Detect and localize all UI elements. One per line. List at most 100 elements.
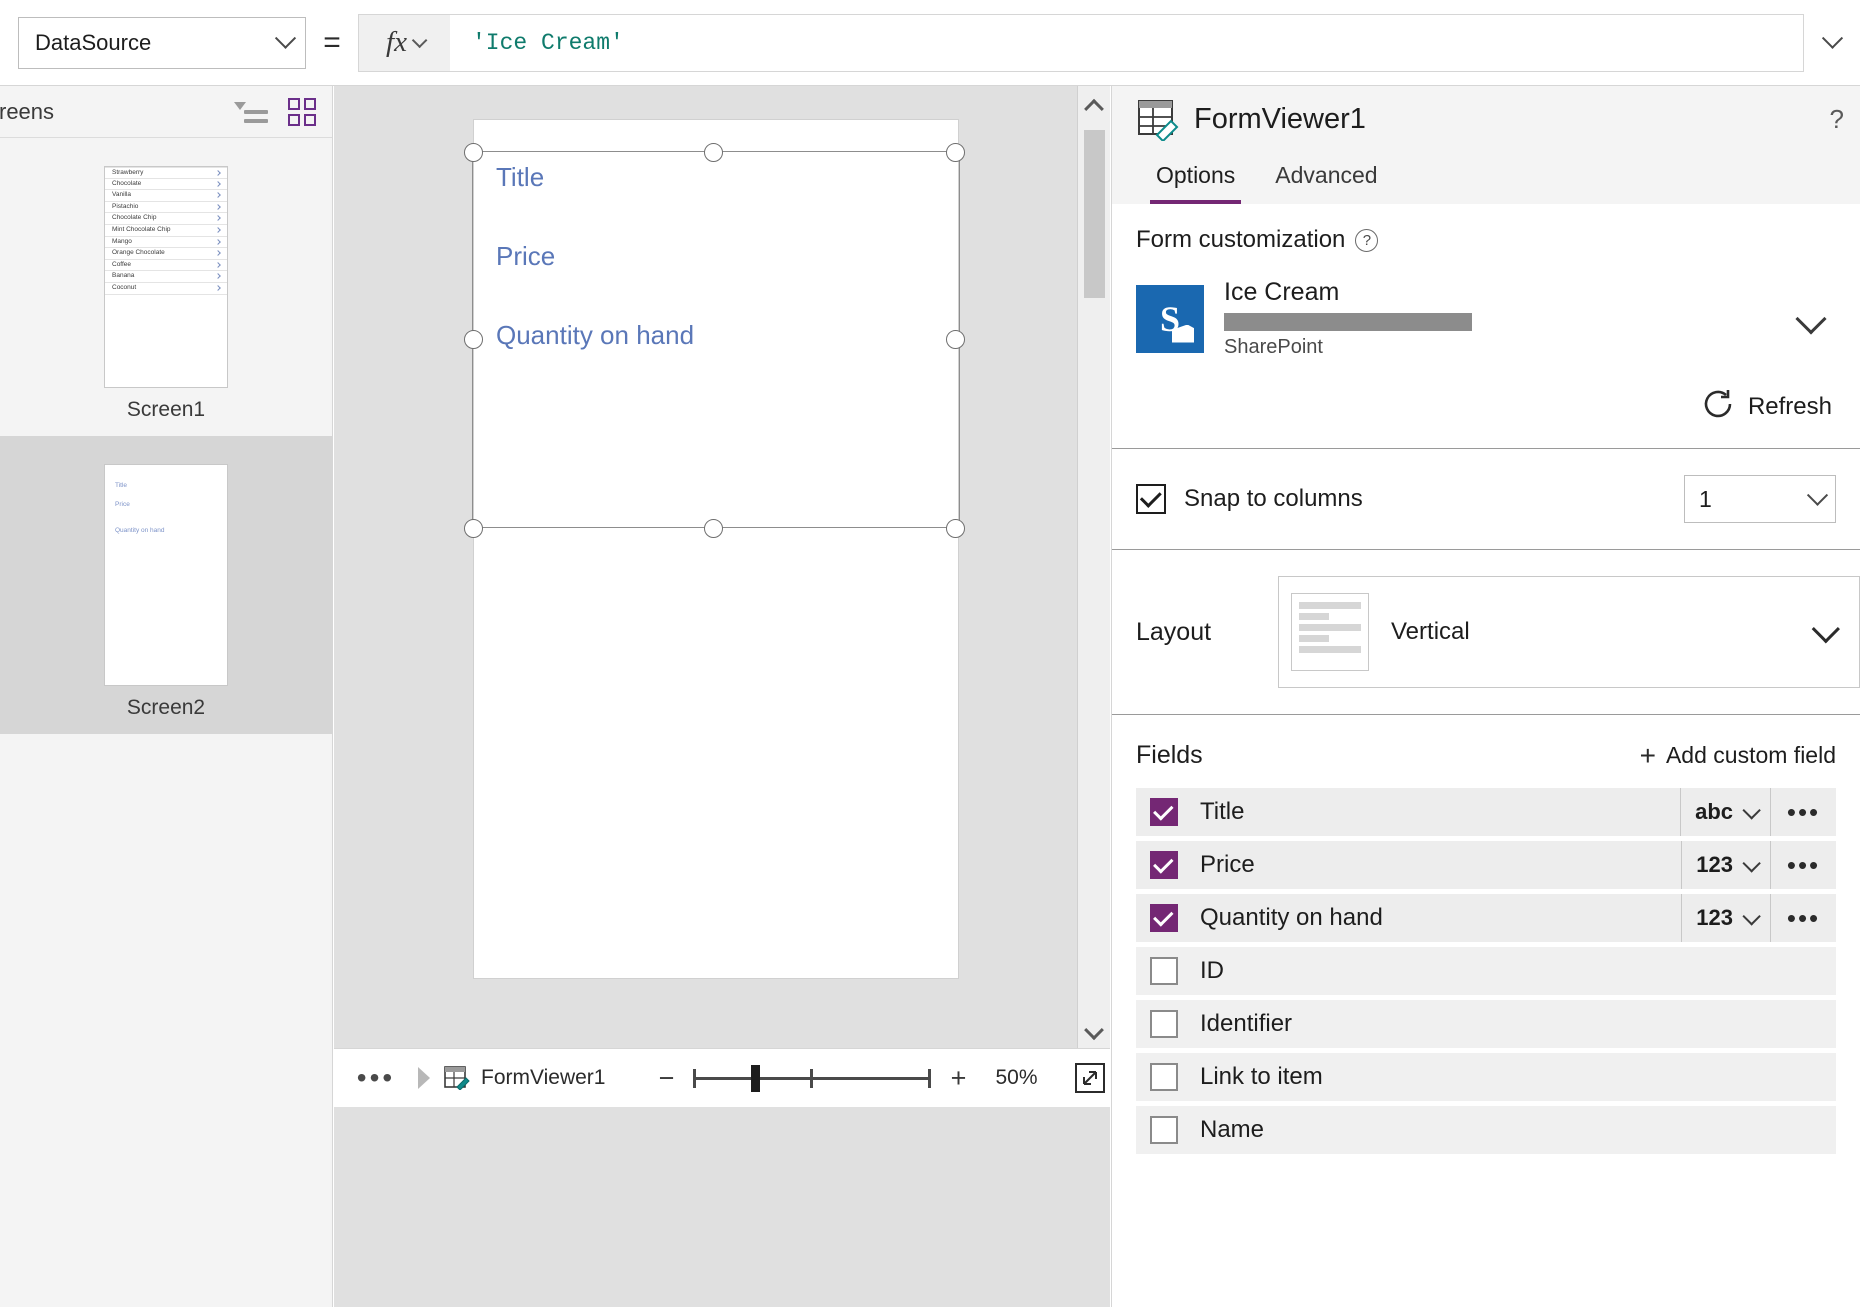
resize-handle-middle-left[interactable] bbox=[464, 330, 483, 349]
field-type-select[interactable]: 123 bbox=[1681, 894, 1770, 942]
refresh-icon bbox=[1702, 389, 1736, 424]
field-checkbox[interactable] bbox=[1150, 1010, 1178, 1038]
properties-pane-header: FormViewer1 ? bbox=[1112, 86, 1860, 152]
refresh-label: Refresh bbox=[1748, 393, 1832, 421]
tree-view-icon[interactable] bbox=[234, 99, 268, 125]
canvas-form-label[interactable]: Price bbox=[496, 241, 694, 272]
add-custom-field-button[interactable]: + Add custom field bbox=[1640, 742, 1836, 770]
form-edit-icon bbox=[1136, 97, 1180, 141]
datasource-card[interactable]: S Ice Cream SharePoint bbox=[1136, 278, 1836, 359]
field-checkbox[interactable] bbox=[1150, 957, 1178, 985]
grid-view-icon[interactable] bbox=[288, 98, 316, 126]
columns-count-select[interactable]: 1 bbox=[1684, 475, 1836, 523]
plus-icon: + bbox=[1640, 742, 1656, 770]
scroll-down-icon[interactable] bbox=[1078, 1013, 1110, 1053]
field-type-select[interactable]: 123 bbox=[1681, 841, 1770, 889]
field-name: Title bbox=[1200, 798, 1680, 826]
section-label: Form customization bbox=[1136, 226, 1345, 254]
property-selector[interactable]: DataSource bbox=[18, 17, 306, 69]
chevron-right-icon bbox=[215, 285, 221, 291]
gallery-thumb-row-label: Strawberry bbox=[112, 170, 143, 177]
field-more-options-button[interactable]: ••• bbox=[1770, 894, 1836, 942]
screen-thumbnail-screen1[interactable]: StrawberryChocolateVanillaPistachioChoco… bbox=[0, 138, 332, 436]
properties-pane-title: FormViewer1 bbox=[1194, 103, 1830, 136]
gallery-thumb-row-label: Vanilla bbox=[112, 192, 131, 199]
layout-preview-icon bbox=[1291, 593, 1369, 671]
resize-handle-top-left[interactable] bbox=[464, 143, 483, 162]
breadcrumb[interactable]: FormViewer1 bbox=[430, 1066, 605, 1090]
form-customization-section: Form customization ? S Ice Cream SharePo… bbox=[1112, 204, 1860, 449]
gallery-thumb-row-label: Mango bbox=[112, 239, 132, 246]
layout-select[interactable]: Vertical bbox=[1278, 576, 1860, 688]
layout-value: Vertical bbox=[1391, 618, 1813, 646]
field-row[interactable]: ID bbox=[1136, 947, 1836, 995]
zoom-slider[interactable] bbox=[693, 1063, 931, 1093]
gallery-thumb-row: Pistachio bbox=[105, 202, 227, 214]
resize-handle-bottom-center[interactable] bbox=[704, 519, 723, 538]
zoom-controls: − + 50% bbox=[653, 1062, 1105, 1094]
field-row[interactable]: Identifier bbox=[1136, 1000, 1836, 1048]
properties-pane: FormViewer1 ? Options Advanced Form cust… bbox=[1111, 86, 1860, 1307]
resize-handle-top-center[interactable] bbox=[704, 143, 723, 162]
field-row[interactable]: Quantity on hand123••• bbox=[1136, 894, 1836, 942]
gallery-thumb-row: Chocolate Chip bbox=[105, 213, 227, 225]
screen2-label: Screen2 bbox=[127, 696, 205, 720]
canvas-form-label[interactable]: Quantity on hand bbox=[496, 320, 694, 351]
tab-options[interactable]: Options bbox=[1136, 152, 1255, 204]
help-icon[interactable]: ? bbox=[1355, 229, 1378, 252]
zoom-out-button[interactable]: − bbox=[653, 1063, 679, 1094]
field-row[interactable]: Titleabc••• bbox=[1136, 788, 1836, 836]
scroll-up-icon[interactable] bbox=[1078, 86, 1110, 126]
canvas-scrollbar[interactable] bbox=[1077, 86, 1110, 1053]
chevron-right-icon bbox=[215, 250, 221, 256]
field-more-options-button[interactable]: ••• bbox=[1770, 788, 1836, 836]
gallery-thumb-row: Strawberry bbox=[105, 167, 227, 179]
resize-handle-bottom-left[interactable] bbox=[464, 519, 483, 538]
resize-handle-top-right[interactable] bbox=[946, 143, 965, 162]
chevron-right-icon bbox=[215, 192, 221, 198]
field-checkbox[interactable] bbox=[1150, 1116, 1178, 1144]
field-checkbox[interactable] bbox=[1150, 1063, 1178, 1091]
gallery-thumb-row-label: Coffee bbox=[112, 262, 131, 269]
form-viewer-control[interactable]: Title Price Quantity on hand bbox=[496, 162, 694, 351]
layout-row: Layout Vertical bbox=[1112, 550, 1860, 715]
more-options-button[interactable]: ••• bbox=[334, 1062, 418, 1094]
screens-pane-title: creens bbox=[0, 99, 234, 125]
formula-expand-button[interactable] bbox=[1804, 14, 1860, 72]
refresh-button[interactable]: Refresh bbox=[1136, 389, 1836, 424]
gallery-thumb-row-label: Coconut bbox=[112, 285, 136, 292]
gallery-thumb-row: Orange Chocolate bbox=[105, 248, 227, 260]
canvas-form-label[interactable]: Title bbox=[496, 162, 694, 193]
screen-thumbnail-screen2[interactable]: TitlePriceQuantity on hand Screen2 bbox=[0, 436, 332, 734]
field-row[interactable]: Link to item bbox=[1136, 1053, 1836, 1101]
chevron-down-icon[interactable] bbox=[1795, 303, 1826, 334]
canvas-status-bar: ••• FormViewer1 − bbox=[334, 1048, 1110, 1107]
zoom-in-button[interactable]: + bbox=[945, 1063, 971, 1094]
fit-to-screen-icon[interactable] bbox=[1074, 1062, 1106, 1094]
field-more-options-button[interactable]: ••• bbox=[1770, 841, 1836, 889]
field-checkbox[interactable] bbox=[1150, 851, 1178, 879]
field-row[interactable]: Price123••• bbox=[1136, 841, 1836, 889]
field-checkbox[interactable] bbox=[1150, 798, 1178, 826]
field-type-select[interactable]: abc bbox=[1680, 788, 1770, 836]
scrollbar-thumb[interactable] bbox=[1084, 130, 1105, 298]
help-icon[interactable]: ? bbox=[1830, 104, 1844, 135]
field-name: Quantity on hand bbox=[1200, 904, 1681, 932]
tab-advanced[interactable]: Advanced bbox=[1255, 152, 1397, 204]
snap-to-columns-label: Snap to columns bbox=[1184, 485, 1684, 513]
field-checkbox[interactable] bbox=[1150, 904, 1178, 932]
datasource-kind: SharePoint bbox=[1224, 336, 1800, 359]
field-name: ID bbox=[1200, 957, 1836, 985]
fx-button[interactable]: fx bbox=[358, 14, 450, 72]
screen1-preview: StrawberryChocolateVanillaPistachioChoco… bbox=[104, 166, 228, 388]
field-row[interactable]: Name bbox=[1136, 1106, 1836, 1154]
field-name: Name bbox=[1200, 1116, 1836, 1144]
app-screen-canvas[interactable]: Title Price Quantity on hand bbox=[473, 119, 959, 979]
zoom-slider-handle[interactable] bbox=[751, 1065, 760, 1092]
formula-input[interactable]: 'Ice Cream' bbox=[450, 14, 1804, 72]
snap-to-columns-checkbox[interactable] bbox=[1136, 484, 1166, 514]
resize-handle-bottom-right[interactable] bbox=[946, 519, 965, 538]
gallery-thumb-row: Coffee bbox=[105, 260, 227, 272]
resize-handle-middle-right[interactable] bbox=[946, 330, 965, 349]
form-thumb-label: Title bbox=[115, 482, 127, 489]
